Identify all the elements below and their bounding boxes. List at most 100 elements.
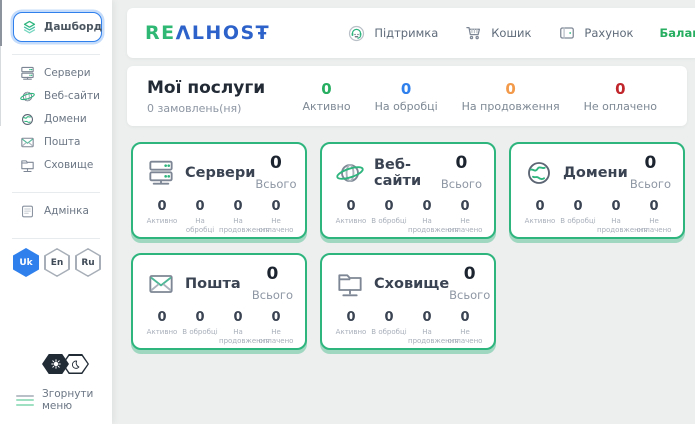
headset-icon bbox=[346, 23, 367, 44]
balance-link[interactable]: Баланс bbox=[660, 26, 695, 40]
card-title: Домени bbox=[563, 165, 628, 181]
total-label: Всього bbox=[252, 288, 293, 302]
collapse-menu-button[interactable]: Згорнути меню bbox=[16, 388, 112, 412]
language-button-ru[interactable]: Ru bbox=[75, 248, 101, 277]
card-stats: 0 Активно 0 В обробці 0 На продовження 0… bbox=[332, 199, 484, 235]
sidebar-item-label: Домени bbox=[44, 113, 87, 125]
stat-value: 0 bbox=[446, 310, 484, 325]
summary-stats: 0 Активно 0 На обробці 0 На продовження … bbox=[302, 80, 657, 113]
card-stat-processing: 0 В обробці bbox=[181, 310, 219, 346]
stat-label: Не оплачено bbox=[584, 100, 657, 113]
stat-label: Активно bbox=[143, 217, 181, 226]
stat-label: Не оплачено bbox=[635, 217, 673, 235]
stat-value: 0 bbox=[219, 310, 257, 325]
window-edge-artifact bbox=[0, 0, 2, 46]
theme-toggle[interactable] bbox=[42, 354, 112, 374]
card-total: 0 Всього bbox=[252, 264, 295, 303]
card-stat-unpaid: 0 Не оплачено bbox=[635, 199, 673, 235]
stat-value: 0 bbox=[521, 199, 559, 214]
card-stat-active: 0 Активно bbox=[332, 310, 370, 346]
card-stat-active: 0 Активно bbox=[143, 310, 181, 346]
stat-label: Активно bbox=[332, 217, 370, 226]
sidebar: Дашборд Сервери Веб-с bbox=[0, 0, 112, 424]
sidebar-admin-section: Адмінка bbox=[0, 193, 112, 226]
logo-text: ΛLHOSŦ bbox=[176, 22, 271, 44]
nav-item-cart[interactable]: Кошик bbox=[464, 23, 531, 43]
admin-panel-icon bbox=[19, 203, 36, 220]
language-label: Ru bbox=[81, 258, 94, 268]
service-card-domains[interactable]: Домени 0 Всього 0 Активно 0 В обробці 0 … bbox=[509, 142, 685, 239]
total-value: 0 bbox=[630, 153, 671, 173]
language-button-en[interactable]: En bbox=[44, 248, 70, 277]
stat-value: 0 bbox=[257, 199, 295, 214]
sidebar-item-label: Сервери bbox=[44, 67, 91, 79]
card-stat-processing: 0 В обробці bbox=[370, 199, 408, 235]
stat-label: На продовження bbox=[408, 217, 446, 235]
layers-icon bbox=[21, 19, 38, 36]
stat-label: Активно bbox=[143, 328, 181, 337]
sidebar-item-mail[interactable]: Пошта bbox=[19, 134, 112, 150]
realhost-logo[interactable]: RE ΛLHOSŦ bbox=[145, 22, 270, 44]
mail-icon bbox=[143, 268, 179, 300]
card-title: Веб-сайти bbox=[374, 157, 441, 189]
stat-label: Не оплачено bbox=[446, 328, 484, 346]
card-title: Сховище bbox=[374, 276, 449, 292]
sidebar-nav: Сервери Веб-сайти Домени bbox=[0, 55, 112, 180]
card-stats: 0 Активно 0 В обробці 0 На продовження 0… bbox=[143, 310, 295, 346]
stat-value: 0 bbox=[559, 199, 597, 214]
service-card-servers[interactable]: Сервери 0 Всього 0 Активно 0 На обробці … bbox=[131, 142, 307, 239]
sidebar-item-domains[interactable]: Домени bbox=[19, 111, 112, 127]
card-total: 0 Всього bbox=[449, 264, 492, 303]
card-stat-unpaid: 0 Не оплачено bbox=[257, 199, 295, 235]
total-value: 0 bbox=[255, 153, 296, 173]
stat-label: На обробці bbox=[181, 217, 219, 235]
card-stat-renewal: 0 На продовження bbox=[408, 199, 446, 235]
stat-label: Активно bbox=[332, 328, 370, 337]
language-label: Uk bbox=[19, 258, 32, 268]
card-stat-active: 0 Активно bbox=[521, 199, 559, 235]
sidebar-item-websites[interactable]: Веб-сайти bbox=[19, 88, 112, 104]
mail-icon bbox=[19, 134, 36, 151]
stat-label: В обробці bbox=[181, 328, 219, 337]
language-button-uk[interactable]: Uk bbox=[13, 248, 39, 277]
sidebar-item-label: Адмінка bbox=[44, 205, 89, 217]
planet-icon bbox=[332, 157, 368, 189]
card-header: Домени 0 Всього bbox=[521, 153, 673, 192]
stat-value: 0 bbox=[370, 310, 408, 325]
card-stat-processing: 0 В обробці bbox=[559, 199, 597, 235]
service-card-websites[interactable]: Веб-сайти 0 Всього 0 Активно 0 В обробці… bbox=[320, 142, 496, 239]
stat-value: 0 bbox=[257, 310, 295, 325]
nav-item-support[interactable]: Підтримка bbox=[346, 23, 438, 44]
stat-label: В обробці bbox=[559, 217, 597, 226]
sidebar-item-admin[interactable]: Адмінка bbox=[19, 203, 112, 219]
sidebar-item-label: Пошта bbox=[44, 136, 80, 148]
card-header: Веб-сайти 0 Всього bbox=[332, 153, 484, 192]
card-stats: 0 Активно 0 В обробці 0 На продовження 0… bbox=[332, 310, 484, 346]
card-stat-renewal: 0 На продовження bbox=[219, 199, 257, 235]
sidebar-item-dashboard[interactable]: Дашборд bbox=[13, 12, 102, 42]
stat-label: На продовження bbox=[219, 328, 257, 346]
service-card-mail[interactable]: Пошта 0 Всього 0 Активно 0 В обробці 0 Н… bbox=[131, 253, 307, 350]
card-title: Пошта bbox=[185, 276, 241, 292]
stat-label: В обробці bbox=[370, 217, 408, 226]
stat-value: 0 bbox=[408, 199, 446, 214]
hamburger-icon bbox=[16, 392, 34, 408]
sidebar-item-label: Веб-сайти bbox=[44, 90, 100, 102]
sun-icon bbox=[42, 354, 69, 374]
stat-label: На продовження bbox=[462, 100, 560, 113]
sidebar-item-servers[interactable]: Сервери bbox=[19, 65, 112, 81]
total-label: Всього bbox=[449, 288, 490, 302]
stat-value: 0 bbox=[446, 199, 484, 214]
wallet-icon bbox=[557, 23, 577, 43]
stat-value: 0 bbox=[332, 199, 370, 214]
summary-stat-processing: 0 На обробці bbox=[375, 80, 438, 113]
my-services-summary-card: Мої послуги 0 замовлень(ня) 0 Активно 0 … bbox=[127, 66, 687, 126]
service-cards-grid: Сервери 0 Всього 0 Активно 0 На обробці … bbox=[124, 126, 695, 350]
service-card-storage[interactable]: Сховище 0 Всього 0 Активно 0 В обробці 0… bbox=[320, 253, 496, 350]
card-stats: 0 Активно 0 В обробці 0 На продовження 0… bbox=[521, 199, 673, 235]
sidebar-item-storage[interactable]: Сховище bbox=[19, 157, 112, 173]
nav-item-invoice[interactable]: Рахунок bbox=[557, 23, 633, 43]
top-header: RE ΛLHOSŦ Підтримка bbox=[127, 8, 695, 58]
summary-stat-renewal: 0 На продовження bbox=[462, 80, 560, 113]
card-stat-active: 0 Активно bbox=[143, 199, 181, 235]
